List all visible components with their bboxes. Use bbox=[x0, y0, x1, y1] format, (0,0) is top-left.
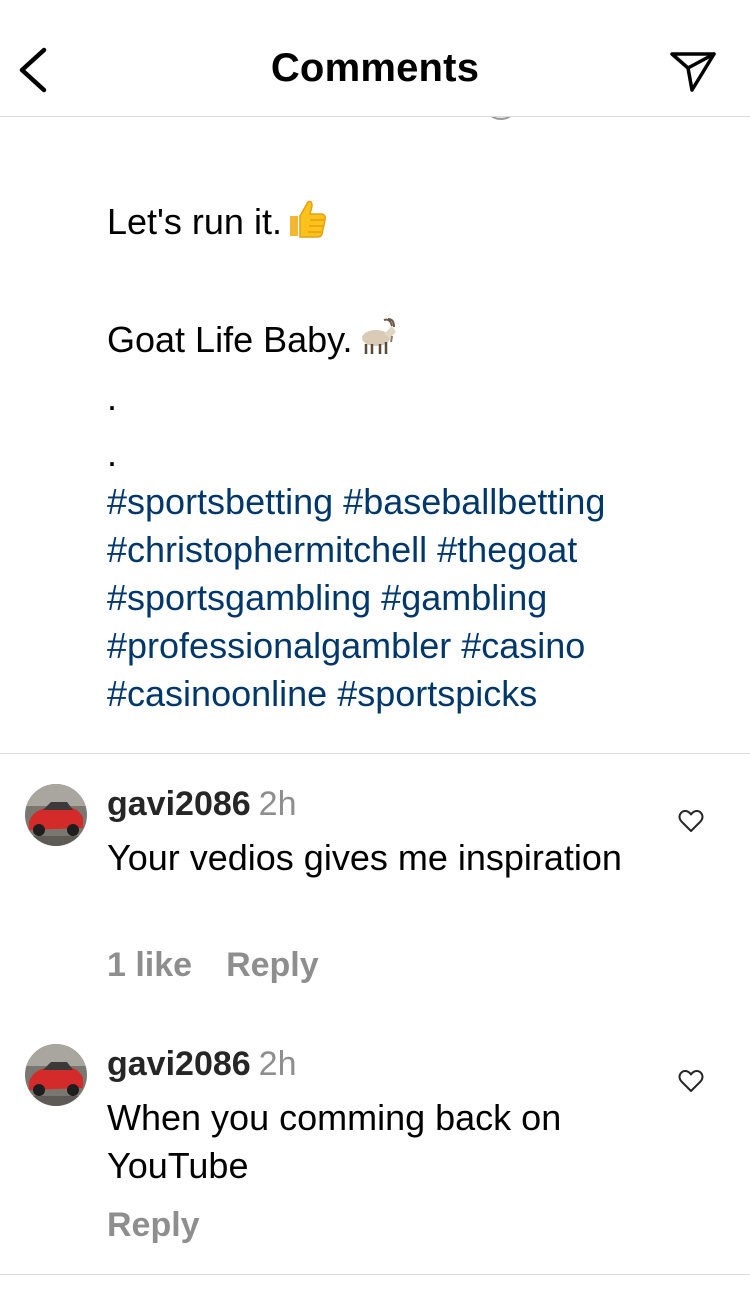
hashtag-link[interactable]: #sportspicks bbox=[337, 673, 537, 714]
header-bar: Comments bbox=[0, 0, 750, 117]
avatar[interactable] bbox=[25, 1044, 87, 1106]
hashtag-link[interactable]: #gambling bbox=[381, 577, 547, 618]
comment-divider bbox=[0, 1274, 750, 1275]
comment-timestamp: 2h bbox=[258, 785, 297, 823]
caption-dot: . bbox=[107, 433, 118, 474]
goat-emoji-icon bbox=[354, 314, 400, 370]
thumbs-up-emoji-icon bbox=[284, 196, 328, 252]
comment-likes-count[interactable]: 1 like bbox=[107, 946, 192, 984]
page-title: Comments bbox=[270, 46, 480, 90]
hashtag-link[interactable]: #baseballbetting bbox=[343, 481, 605, 522]
comment-actions: 1 like Reply bbox=[107, 946, 319, 985]
comment-header: gavi2086 2h bbox=[107, 1044, 297, 1084]
caption-line-goat: Goat Life Baby. bbox=[107, 314, 707, 370]
caption-dot: . bbox=[107, 377, 118, 418]
hashtag-link[interactable]: #sportsgambling bbox=[107, 577, 371, 618]
comment-actions: Reply bbox=[107, 1206, 200, 1245]
hashtag-link[interactable]: #professionalgambler bbox=[107, 625, 451, 666]
post-caption: Whatever it takes folks. Let's run it. G… bbox=[107, 80, 707, 482]
comment-text: Your vedios gives me inspiration bbox=[107, 837, 622, 878]
caption-hashtags: #sportsbetting #baseballbetting #christo… bbox=[107, 478, 707, 718]
reply-button[interactable]: Reply bbox=[107, 1206, 200, 1244]
comment-username[interactable]: gavi2086 bbox=[107, 1045, 251, 1083]
reply-button[interactable]: Reply bbox=[226, 946, 319, 984]
paper-plane-icon[interactable] bbox=[668, 48, 718, 94]
hashtag-link[interactable]: #thegoat bbox=[437, 529, 577, 570]
hashtag-link[interactable]: #casinoonline bbox=[107, 673, 327, 714]
avatar[interactable] bbox=[25, 784, 87, 846]
heart-outline-icon[interactable] bbox=[678, 1068, 704, 1094]
comment-text: When you comming back on YouTube bbox=[107, 1097, 562, 1186]
hashtag-link[interactable]: #sportsbetting bbox=[107, 481, 333, 522]
comments-screen: Whatever it takes folks. Let's run it. G… bbox=[0, 0, 750, 1297]
caption-divider bbox=[0, 753, 750, 754]
comment-timestamp: 2h bbox=[258, 1045, 297, 1083]
comment-username[interactable]: gavi2086 bbox=[107, 785, 251, 823]
caption-line-run: Let's run it. bbox=[107, 196, 707, 252]
comment-header: gavi2086 2h bbox=[107, 784, 297, 824]
hashtag-link[interactable]: #christophermitchell bbox=[107, 529, 427, 570]
hashtag-link[interactable]: #casino bbox=[461, 625, 585, 666]
heart-outline-icon[interactable] bbox=[678, 808, 704, 834]
